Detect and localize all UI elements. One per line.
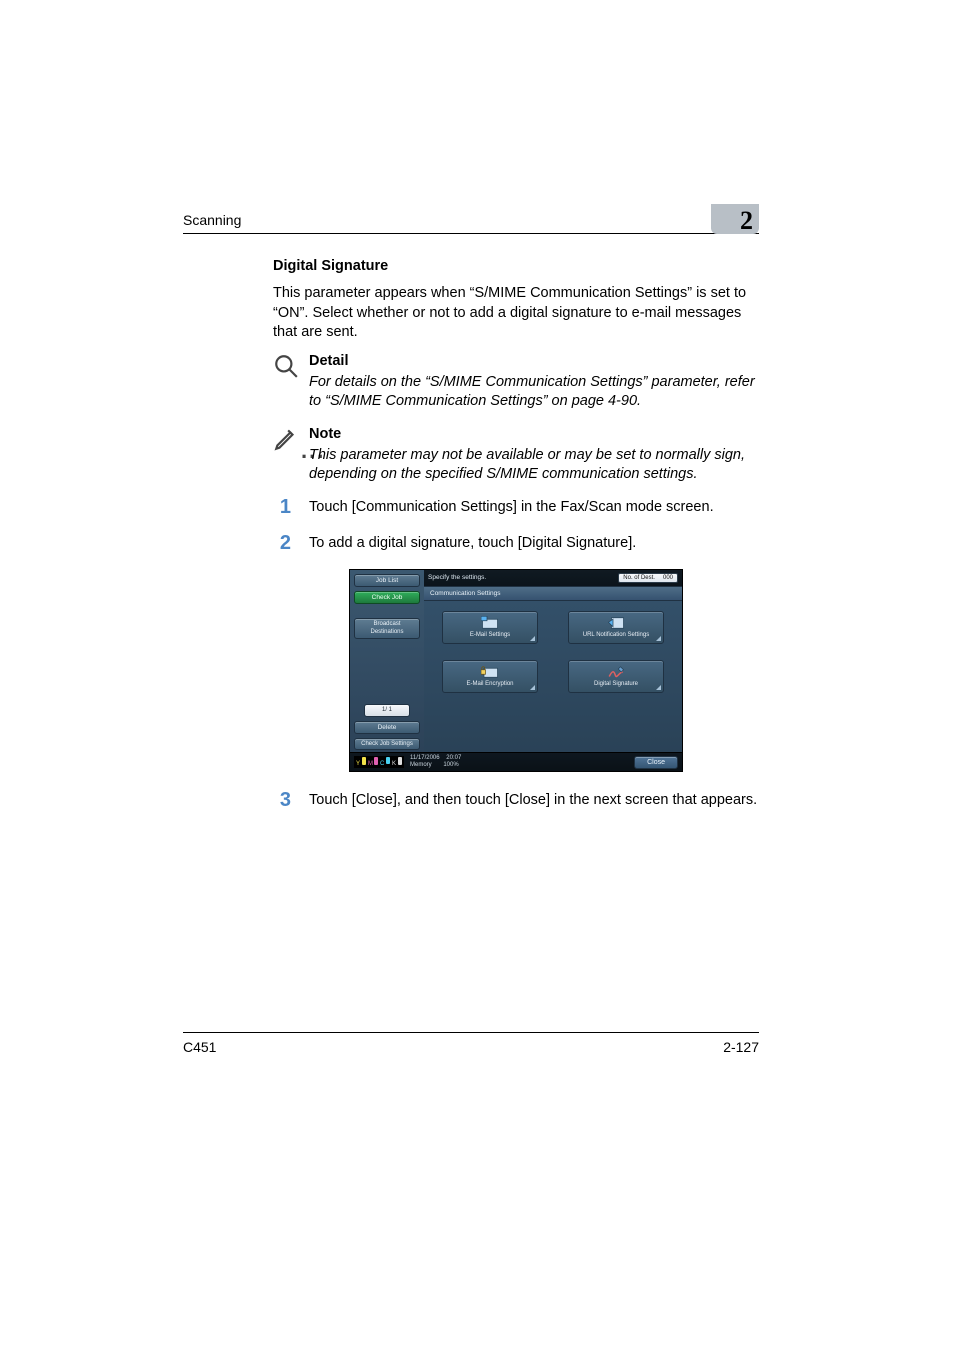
step-3: 3 Touch [Close], and then touch [Close] …	[273, 790, 759, 810]
section-title-bar: Communication Settings	[424, 586, 682, 601]
detail-callout: Detail For details on the “S/MIME Commun…	[273, 353, 759, 412]
step-1-text: Touch [Communication Settings] in the Fa…	[309, 497, 759, 515]
lock-envelope-icon	[481, 665, 499, 679]
note-callout: ... Note This parameter may not be avail…	[273, 426, 759, 485]
url-notification-tile[interactable]: URL Notification Settings	[568, 611, 664, 644]
toner-indicator: Y M C K	[354, 756, 404, 768]
step-1-number: 1	[273, 497, 291, 517]
footer-time: 20:07	[446, 755, 461, 761]
email-settings-tile[interactable]: E-Mail Settings	[442, 611, 538, 644]
running-header-title: Scanning	[183, 212, 241, 228]
job-list-tab[interactable]: Job List	[354, 574, 420, 587]
step-3-number: 3	[273, 790, 291, 810]
note-title: Note	[309, 426, 759, 442]
footer-memory-label: Memory	[410, 762, 432, 768]
section-heading: Digital Signature	[273, 258, 759, 274]
section-intro: This parameter appears when “S/MIME Comm…	[273, 284, 759, 343]
status-bar: Specify the settings. No. of Dest. 000	[424, 570, 682, 586]
chapter-number-badge: 2	[711, 204, 759, 234]
step-3-text: Touch [Close], and then touch [Close] in…	[309, 790, 759, 808]
digital-signature-tile[interactable]: Digital Signature	[568, 660, 664, 693]
check-job-button[interactable]: Check Job	[354, 591, 420, 604]
footer-memory-value: 100%	[443, 762, 458, 768]
footer-page-number: 2-127	[723, 1039, 759, 1055]
pager-indicator: 1/ 1	[364, 704, 410, 716]
signature-icon	[607, 665, 625, 679]
detail-title: Detail	[309, 353, 759, 369]
status-prompt: Specify the settings.	[428, 574, 486, 581]
step-1: 1 Touch [Communication Settings] in the …	[273, 497, 759, 517]
check-job-settings-button[interactable]: Check Job Settings	[354, 738, 420, 750]
step-2-number: 2	[273, 533, 291, 553]
detail-text: For details on the “S/MIME Communication…	[309, 373, 759, 412]
printer-screenshot: Job List Check Job Broadcast Destination…	[273, 569, 759, 772]
notification-icon	[607, 616, 625, 630]
delete-button[interactable]: Delete	[354, 721, 420, 734]
email-settings-icon	[481, 616, 499, 630]
pencil-icon	[273, 426, 299, 456]
note-text: This parameter may not be available or m…	[309, 446, 759, 485]
close-button[interactable]: Close	[634, 756, 678, 769]
step-2: 2 To add a digital signature, touch [Dig…	[273, 533, 759, 553]
step-2-text: To add a digital signature, touch [Digit…	[309, 533, 759, 551]
broadcast-destinations-label: Broadcast Destinations	[354, 618, 420, 639]
email-encryption-tile[interactable]: E-Mail Encryption	[442, 660, 538, 693]
destination-count-badge: No. of Dest. 000	[618, 573, 678, 583]
footer-model: C451	[183, 1039, 216, 1055]
magnifier-icon	[273, 353, 301, 383]
footer-date: 11/17/2006	[410, 755, 440, 761]
